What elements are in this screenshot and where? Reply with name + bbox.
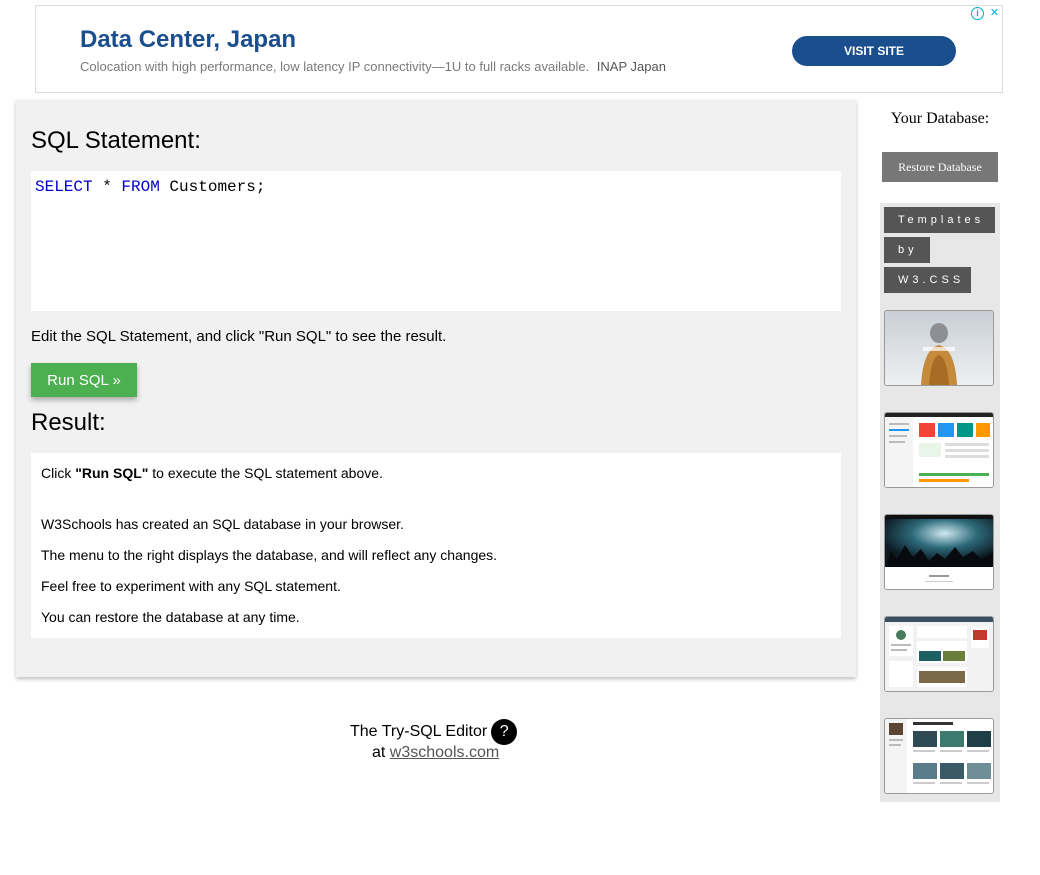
result-line: You can restore the database at any time…	[41, 609, 300, 625]
template-preview-2-image	[885, 413, 993, 487]
help-icon[interactable]: ?	[491, 719, 518, 745]
by-tag[interactable]: by	[884, 237, 930, 263]
result-click-prefix: Click	[41, 465, 76, 481]
ad-info-icon[interactable]: i	[971, 7, 984, 20]
w3css-tag[interactable]: W3.CSS	[884, 267, 971, 293]
template-preview-1-image	[885, 311, 993, 385]
footer-editor-label: The Try-SQL Editor ?	[350, 719, 518, 745]
sql-keyword-from: FROM	[121, 178, 160, 196]
result-line: Feel free to experiment with any SQL sta…	[41, 578, 341, 594]
ad-description-text: Colocation with high performance, low la…	[80, 59, 590, 74]
w3schools-link[interactable]: w3schools.com	[390, 744, 499, 761]
sql-keyword-select: SELECT	[35, 178, 93, 196]
template-thumbnail-2[interactable]	[884, 412, 994, 488]
template-thumbnail-1[interactable]	[884, 310, 994, 386]
template-preview-3-image	[885, 515, 993, 589]
template-thumbnail-5[interactable]	[884, 718, 994, 794]
sql-statement-heading: SQL Statement:	[31, 127, 201, 154]
result-area: Click "Run SQL" to execute the SQL state…	[31, 453, 841, 638]
ad-close-icon[interactable]: ✕	[987, 6, 1002, 21]
ad-description: Colocation with high performance, low la…	[80, 59, 666, 74]
sql-token-star: *	[92, 178, 122, 196]
your-database-label: Your Database:	[890, 110, 990, 127]
templates-tag[interactable]: Templates	[884, 207, 995, 233]
result-click-bold: "Run SQL"	[75, 465, 149, 481]
footer-at-text: at	[372, 744, 390, 761]
result-click-suffix: to execute the SQL statement above.	[148, 465, 383, 481]
run-sql-button[interactable]: Run SQL »	[31, 363, 137, 397]
result-click-line: Click "Run SQL" to execute the SQL state…	[41, 465, 383, 481]
sql-code-editor[interactable]: SELECT * FROM Customers;	[31, 171, 841, 311]
ad-visit-site-button[interactable]: VISIT SITE	[792, 36, 956, 66]
ad-title[interactable]: Data Center, Japan	[80, 26, 296, 54]
ad-controls: i ✕	[969, 6, 1002, 21]
ad-banner[interactable]: Data Center, Japan Colocation with high …	[35, 5, 1003, 93]
template-thumbnail-4[interactable]	[884, 616, 994, 692]
editor-instructions: Edit the SQL Statement, and click "Run S…	[31, 328, 447, 345]
result-line: The menu to the right displays the datab…	[41, 547, 498, 563]
sql-editor-panel: SQL Statement: SELECT * FROM Customers; …	[16, 100, 856, 677]
template-preview-4-image	[885, 617, 993, 691]
restore-database-button[interactable]: Restore Database	[882, 152, 998, 182]
templates-panel: Templates by W3.CSS	[880, 203, 1000, 802]
sql-token-table: Customers;	[159, 178, 266, 196]
template-thumbnail-3[interactable]	[884, 514, 994, 590]
footer-editor-text: The Try-SQL Editor	[350, 723, 488, 740]
result-line: W3Schools has created an SQL database in…	[41, 516, 404, 532]
footer-at-line: at w3schools.com	[372, 744, 499, 762]
result-heading: Result:	[31, 409, 106, 436]
template-preview-5-image	[885, 719, 993, 793]
ad-brand: INAP Japan	[596, 59, 666, 74]
